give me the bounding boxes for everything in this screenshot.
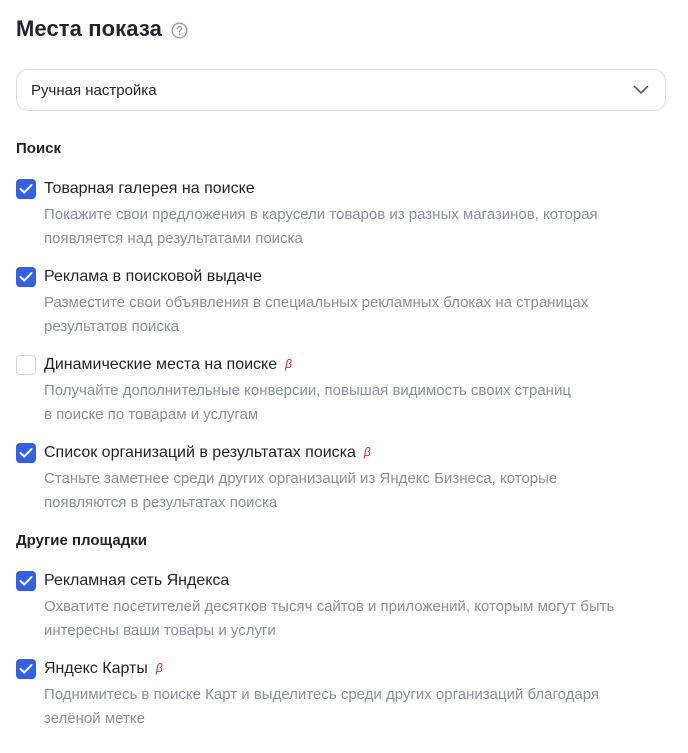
item-description-line: интересны ваши товары и услуги <box>44 622 276 639</box>
section-title-other-platforms: Другие площадки <box>16 532 147 549</box>
beta-badge: β <box>285 357 292 371</box>
item-label-text: Список организаций в результатах поиска <box>44 444 356 461</box>
item-label-text: Яндекс Карты <box>44 660 148 677</box>
item-description-line: Получайте дополнительные конверсии, повы… <box>44 382 571 399</box>
question-circle-icon[interactable] <box>171 21 188 39</box>
item-description: Разместите свои объявления в специальных… <box>44 291 674 339</box>
placement-mode-select[interactable]: Ручная настройка <box>16 69 666 111</box>
item-description-line: результатов поиска <box>44 318 180 335</box>
checkbox-dynamic-places[interactable] <box>16 355 36 375</box>
checkbox-product-gallery[interactable] <box>16 179 36 199</box>
item-label[interactable]: Реклама в поисковой выдаче <box>44 267 262 287</box>
chevron-down-icon <box>633 85 649 95</box>
item-label[interactable]: Рекламная сеть Яндекса <box>44 571 229 591</box>
item-label-text: Динамические места на поиске <box>44 356 278 373</box>
checkbox-organizations-list[interactable] <box>16 443 36 463</box>
checkbox-ad-network[interactable] <box>16 571 36 591</box>
item-label[interactable]: Яндекс Карты β <box>44 659 163 679</box>
item-description-line: появляется над результатами поиска <box>44 230 303 247</box>
placements-panel: Места показа Ручная настройка Поиск Това… <box>0 0 688 753</box>
item-description-line: в поиске по товарам и услугам <box>44 406 259 423</box>
item-description-line: появляются в результатах поиска <box>44 494 278 511</box>
checkbox-yandex-maps[interactable] <box>16 659 36 679</box>
beta-badge: β <box>155 661 163 675</box>
item-label[interactable]: Динамические места на поиске β <box>44 355 292 375</box>
item-description-line: Охватите посетителей десятков тысяч сайт… <box>44 598 615 615</box>
item-description: Станьте заметнее среди других организаци… <box>44 467 674 515</box>
section-title-search: Поиск <box>16 140 62 157</box>
item-description-line: Поднимитесь в поиске Карт и выделитесь с… <box>44 686 600 703</box>
item-description-line: Покажите свои предложения в карусели тов… <box>44 206 598 223</box>
page-title: Места показа <box>16 16 162 41</box>
item-description: Покажите свои предложения в карусели тов… <box>44 203 674 251</box>
checkbox-search-ads[interactable] <box>16 267 36 287</box>
item-description-line: Станьте заметнее среди других организаци… <box>44 470 558 487</box>
placement-mode-value: Ручная настройка <box>31 81 157 99</box>
item-description: Получайте дополнительные конверсии, повы… <box>44 379 674 427</box>
item-description-line: Разместите свои объявления в специальных… <box>44 294 589 311</box>
beta-badge: β <box>363 445 371 459</box>
item-description: Охватите посетителей десятков тысяч сайт… <box>44 595 674 643</box>
item-label[interactable]: Товарная галерея на поиске <box>44 179 255 199</box>
header: Места показа <box>16 12 188 46</box>
item-description: Поднимитесь в поиске Карт и выделитесь с… <box>44 683 674 731</box>
item-description-line: зелёной метке <box>44 710 145 727</box>
item-label[interactable]: Список организаций в результатах поиска β <box>44 443 371 463</box>
